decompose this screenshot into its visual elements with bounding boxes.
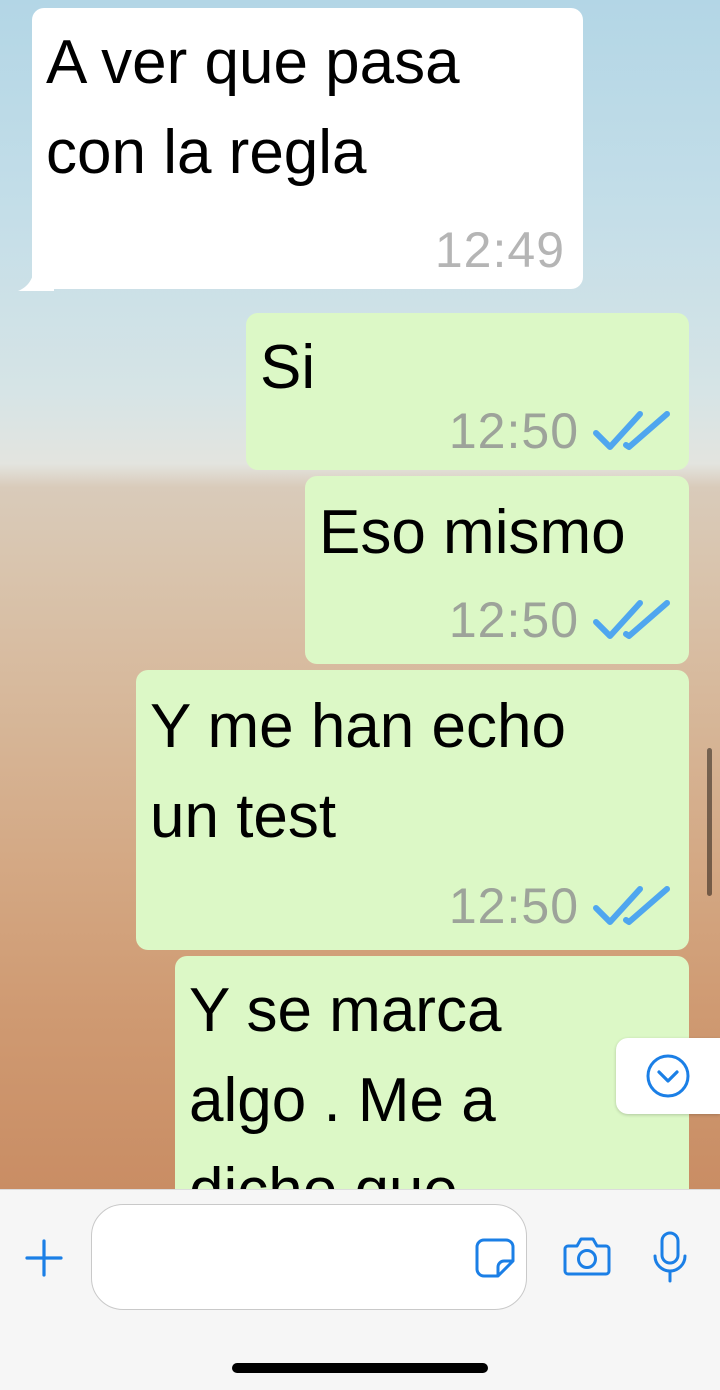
- message-text: Y me han echo un test: [150, 692, 566, 851]
- message-text: Eso mismo: [319, 498, 626, 567]
- plus-icon: [25, 1239, 63, 1277]
- scroll-down-button[interactable]: [616, 1038, 720, 1114]
- message-time: 12:49: [434, 222, 565, 278]
- message-bubble-outgoing[interactable]: Y me han echo un test 12:50: [136, 670, 689, 950]
- message-time: 12:50: [448, 403, 579, 459]
- message-bubble-incoming[interactable]: A ver que pasa con la regla 12:49: [18, 8, 583, 291]
- message-text: Si: [260, 333, 316, 402]
- sticker-button[interactable]: [474, 1237, 516, 1279]
- message-input[interactable]: [91, 1204, 527, 1310]
- double-check-icon: [593, 411, 670, 450]
- message-bubble-outgoing[interactable]: Eso mismo 12:50: [305, 476, 689, 664]
- double-check-icon: [593, 886, 670, 925]
- bubble-tail: [18, 261, 54, 291]
- message-text: A ver que pasa con la regla: [46, 28, 460, 187]
- sticker-icon: [475, 1238, 515, 1278]
- message-text: Y se marca algo . Me a dicho que: [189, 976, 502, 1189]
- camera-button[interactable]: [563, 1234, 611, 1278]
- chat-area[interactable]: A ver que pasa con la regla 12:49 Si 12:…: [0, 0, 720, 1189]
- message-time: 12:50: [448, 592, 579, 648]
- home-indicator[interactable]: [232, 1363, 488, 1373]
- message-time: 12:50: [448, 878, 579, 934]
- microphone-icon: [653, 1231, 687, 1283]
- message-bubble-outgoing[interactable]: Y se marca algo . Me a dicho que: [175, 956, 689, 1189]
- double-check-icon: [593, 600, 670, 639]
- camera-icon: [563, 1237, 611, 1276]
- scrollbar[interactable]: [707, 748, 712, 896]
- chevron-down-circle-icon: [646, 1054, 690, 1098]
- attach-button[interactable]: [22, 1232, 66, 1284]
- microphone-button[interactable]: [650, 1230, 690, 1284]
- message-bubble-outgoing[interactable]: Si 12:50: [246, 313, 689, 470]
